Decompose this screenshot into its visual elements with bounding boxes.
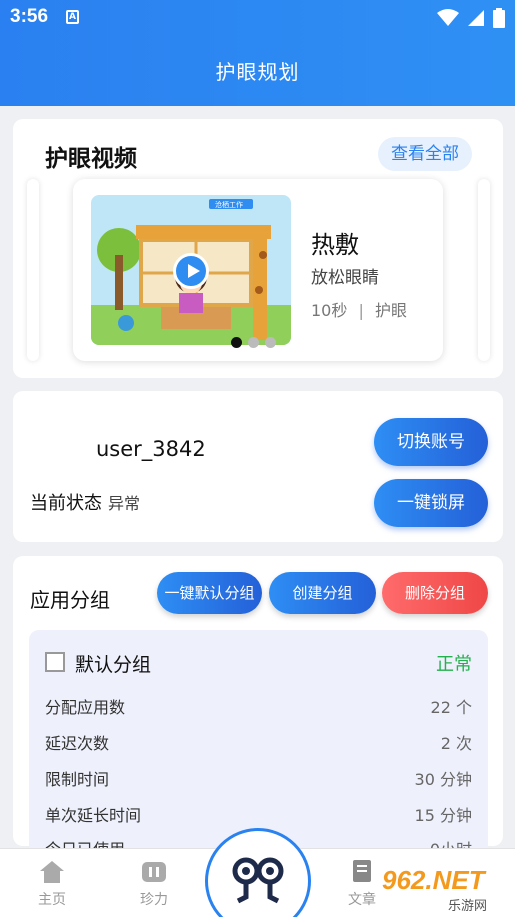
tab-home-label: 主页	[38, 892, 66, 908]
meta-separator: |	[358, 301, 364, 320]
current-status: 当前状态 异常	[30, 489, 140, 515]
app-group-title: 应用分组	[30, 588, 110, 612]
eye-video-card: 护眼视频 查看全部 沧栖工作 热敷 放松眼睛 10秒 | 护眼	[13, 119, 503, 378]
focus-icon	[142, 862, 166, 882]
eye-care-center-button[interactable]	[205, 828, 311, 917]
watermark-sub: 乐游网	[448, 899, 488, 914]
create-group-button[interactable]: 创建分组	[269, 572, 376, 614]
tab-focus[interactable]: 珍力	[124, 859, 184, 909]
row-value: 22 个	[430, 698, 472, 717]
watermark-brand: 962.NET	[382, 865, 485, 895]
status-bar: 3:56 A	[0, 0, 515, 36]
row-label: 限制时间	[45, 770, 110, 789]
carousel-prev-card[interactable]	[27, 179, 39, 361]
group-row: 限制时间 30 分钟	[45, 766, 472, 790]
row-label: 分配应用数	[45, 698, 126, 717]
tab-focus-label: 珍力	[140, 892, 168, 908]
tab-home[interactable]: 主页	[22, 859, 82, 909]
app-group-card: 应用分组 一键默认分组 创建分组 删除分组 默认分组 正常 分配应用数 22 个 …	[13, 556, 503, 860]
group-row: 延迟次数 2 次	[45, 730, 472, 754]
page-title: 护眼规划	[215, 60, 300, 84]
video-section-title: 护眼视频	[45, 146, 137, 172]
group-row: 分配应用数 22 个	[45, 694, 472, 718]
carousel-dots	[231, 337, 276, 348]
wifi-icon	[437, 9, 459, 26]
lock-screen-button[interactable]: 一键锁屏	[374, 479, 488, 527]
video-subtitle: 放松眼睛	[311, 268, 379, 288]
status-value: 异常	[108, 494, 141, 513]
play-icon[interactable]	[173, 253, 209, 289]
video-meta: 10秒 | 护眼	[311, 297, 407, 321]
group-name: 默认分组	[75, 654, 152, 676]
accessibility-a-icon: A	[66, 10, 79, 24]
video-thumbnail[interactable]: 沧栖工作	[91, 195, 291, 345]
thumb-caption: 沧栖工作	[215, 200, 243, 209]
row-label: 单次延长时间	[45, 806, 142, 825]
row-label: 延迟次数	[45, 734, 110, 753]
video-title: 热敷	[311, 231, 359, 259]
carousel-dot	[248, 337, 259, 348]
status-label: 当前状态	[30, 493, 102, 514]
tab-article-label: 文章	[348, 892, 376, 908]
carousel-dot-active	[231, 337, 242, 348]
account-card: user_3842 当前状态 异常 切换账号 一键锁屏	[13, 391, 503, 542]
status-time: 3:56	[10, 6, 49, 27]
username: user_3842	[96, 437, 206, 461]
carousel-next-card[interactable]	[478, 179, 490, 361]
battery-icon	[493, 8, 505, 28]
signal-icon	[468, 10, 484, 26]
switch-account-button[interactable]: 切换账号	[374, 418, 488, 466]
home-icon	[40, 861, 64, 883]
delete-group-button[interactable]: 删除分组	[382, 572, 488, 614]
carousel-dot	[265, 337, 276, 348]
app-header: 3:56 A 护眼规划	[0, 0, 515, 106]
row-value: 15 分钟	[414, 806, 472, 825]
watermark-logo: 962.NET 乐游网	[378, 865, 510, 914]
row-value: 2 次	[440, 734, 472, 753]
default-group-button[interactable]: 一键默认分组	[157, 572, 262, 614]
row-value: 30 分钟	[414, 770, 472, 789]
group-panel[interactable]: 默认分组 正常 分配应用数 22 个 延迟次数 2 次 限制时间 30 分钟 单次延长…	[29, 630, 488, 860]
video-item-card[interactable]: 沧栖工作 热敷 放松眼睛 10秒 | 护眼	[73, 179, 443, 361]
article-icon	[353, 860, 371, 882]
group-checkbox[interactable]	[45, 652, 65, 672]
video-category: 护眼	[374, 301, 407, 320]
eye-mascot-icon	[232, 857, 284, 904]
system-icons	[437, 8, 505, 28]
video-duration: 10秒	[311, 301, 348, 320]
group-row: 单次延长时间 15 分钟	[45, 802, 472, 826]
group-status: 正常	[436, 654, 472, 675]
view-all-button[interactable]: 查看全部	[378, 137, 472, 171]
